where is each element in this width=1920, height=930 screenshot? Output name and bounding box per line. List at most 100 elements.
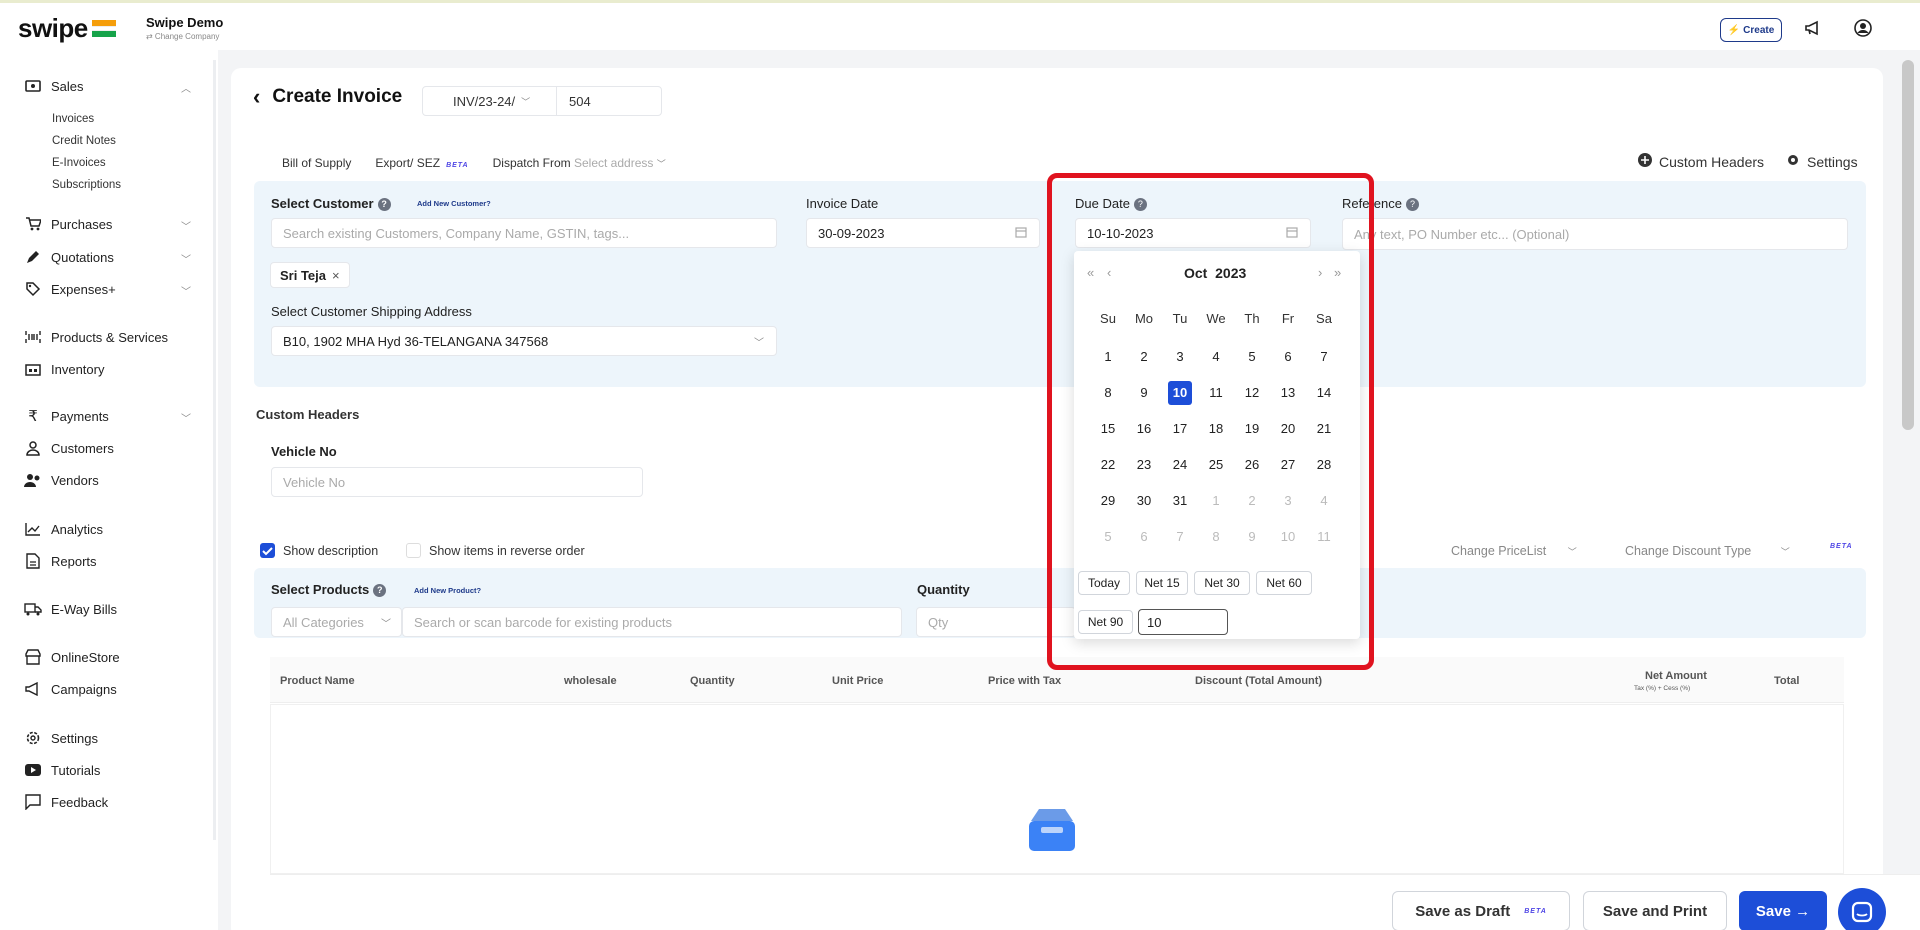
sidebar-label-campaigns: Campaigns xyxy=(51,681,117,697)
megaphone-icon[interactable] xyxy=(1802,17,1824,39)
chat-support-button[interactable] xyxy=(1838,888,1886,930)
change-discount-label: Change Discount Type xyxy=(1625,544,1752,558)
sidebar-label-settings: Settings xyxy=(51,730,98,746)
sidebar-item-analytics[interactable]: Analytics xyxy=(24,518,103,540)
add-new-product-link[interactable]: Add New Product? xyxy=(414,586,481,595)
tag-icon xyxy=(24,280,42,298)
sidebar-item-quotations[interactable]: Quotations xyxy=(24,246,114,268)
shipping-address-label: Select Customer Shipping Address xyxy=(271,304,472,319)
reverse-order-checkbox[interactable] xyxy=(406,543,421,558)
sidebar-subitem-credit-notes[interactable]: Credit Notes xyxy=(52,135,116,147)
cart-icon xyxy=(24,215,42,233)
sidebar-item-payments[interactable]: ₹ Payments xyxy=(24,405,109,427)
swipe-logo[interactable]: swipe xyxy=(18,13,88,44)
close-icon[interactable]: × xyxy=(332,268,340,283)
youtube-icon xyxy=(24,761,42,779)
shipping-address-value: B10, 1902 MHA Hyd 36-TELANGANA 347568 xyxy=(283,333,549,349)
back-arrow-icon[interactable]: ‹ xyxy=(253,84,260,110)
page-scrollbar[interactable] xyxy=(1902,60,1914,430)
chevron-down-icon[interactable]: ﹀ xyxy=(181,251,191,266)
help-icon[interactable]: ? xyxy=(373,584,387,598)
sidebar-item-sales[interactable]: Sales xyxy=(24,75,84,97)
sidebar-subitem-invoices[interactable]: Invoices xyxy=(52,113,94,125)
invoice-options-row: Bill of Supply Export/ SEZ BETA Dispatch … xyxy=(282,156,666,170)
truck-icon xyxy=(24,600,42,618)
beta-badge: BETA xyxy=(446,162,469,169)
chevron-up-icon[interactable]: ︿ xyxy=(181,80,191,95)
save-and-print-button[interactable]: Save and Print xyxy=(1583,891,1727,930)
sidebar-subitem-subscriptions[interactable]: Subscriptions xyxy=(52,179,121,191)
sidebar-item-products[interactable]: Products & Services xyxy=(24,326,168,348)
help-icon[interactable]: ? xyxy=(1405,198,1419,212)
page-title: Create Invoice xyxy=(272,86,403,107)
sidebar-label-expenses: Expenses+ xyxy=(51,281,116,297)
invoice-date-input[interactable]: 30-09-2023 xyxy=(806,218,1040,248)
export-sez-toggle[interactable]: Export/ SEZ BETA xyxy=(375,156,468,170)
custom-headers-link[interactable]: Custom Headers xyxy=(1638,153,1764,170)
customer-search-input[interactable]: Search existing Customers, Company Name,… xyxy=(271,218,777,248)
sidebar-item-onlinestore[interactable]: OnlineStore xyxy=(24,646,120,668)
quantity-placeholder: Qty xyxy=(928,614,949,630)
settings-link[interactable]: Settings xyxy=(1786,153,1858,170)
invoice-date-value: 30-09-2023 xyxy=(818,225,885,241)
invoice-series-field[interactable]: INV/23-24/ ﹀ 504 xyxy=(422,86,662,116)
vehicle-no-input[interactable]: Vehicle No xyxy=(271,467,643,497)
megaphone-icon xyxy=(24,680,42,698)
sidebar-label-payments: Payments xyxy=(51,408,109,424)
gear-icon xyxy=(1786,153,1800,170)
reference-input[interactable]: Any text, PO Number etc... (Optional) xyxy=(1342,218,1848,250)
change-discount-select[interactable]: Change Discount Type ﹀ xyxy=(1625,544,1790,558)
invoice-number-input[interactable]: 504 xyxy=(557,94,591,109)
calendar-icon xyxy=(1015,226,1027,241)
sidebar-item-inventory[interactable]: Inventory xyxy=(24,358,104,380)
chevron-down-icon: ﹀ xyxy=(521,96,531,107)
change-pricelist-select[interactable]: Change PriceList ﹀ xyxy=(1451,544,1577,558)
sidebar-label-quotations: Quotations xyxy=(51,249,114,265)
sidebar-item-customers[interactable]: Customers xyxy=(24,437,114,459)
chevron-down-icon[interactable]: ﹀ xyxy=(181,410,191,425)
page-header: ‹ Create Invoice xyxy=(253,84,402,110)
add-new-customer-link[interactable]: Add New Customer? xyxy=(417,199,491,208)
check-icon xyxy=(262,547,273,556)
show-description-checkbox[interactable] xyxy=(260,543,275,558)
dispatch-address-select[interactable]: Select address xyxy=(574,156,653,170)
reference-placeholder: Any text, PO Number etc... (Optional) xyxy=(1354,226,1570,242)
sidebar-item-expenses[interactable]: Expenses+ xyxy=(24,278,116,300)
report-icon xyxy=(24,552,42,570)
sidebar-subitem-e-invoices[interactable]: E-Invoices xyxy=(52,157,106,169)
product-search-input[interactable]: Search or scan barcode for existing prod… xyxy=(402,607,902,637)
shipping-address-select[interactable]: B10, 1902 MHA Hyd 36-TELANGANA 347568 ﹀ xyxy=(271,326,777,356)
invoice-date-label: Invoice Date xyxy=(806,196,879,211)
help-icon[interactable]: ? xyxy=(377,198,391,212)
dispatch-from[interactable]: Dispatch From Select address ﹀ xyxy=(493,156,666,170)
bill-of-supply-toggle[interactable]: Bill of Supply xyxy=(282,156,351,170)
pen-icon xyxy=(24,248,42,266)
sidebar-item-feedback[interactable]: Feedback xyxy=(24,791,108,813)
store-icon xyxy=(24,648,42,666)
sidebar-item-eway-bills[interactable]: E-Way Bills xyxy=(24,598,117,620)
sidebar-item-campaigns[interactable]: Campaigns xyxy=(24,678,117,700)
select-customer-text: Select Customer xyxy=(271,196,374,211)
chevron-down-icon[interactable]: ﹀ xyxy=(181,218,191,233)
column-price-with-tax: Price with Tax xyxy=(988,675,1062,687)
sidebar-item-reports[interactable]: Reports xyxy=(24,550,97,572)
chevron-down-icon: ﹀ xyxy=(381,618,391,630)
sidebar-label-sales: Sales xyxy=(51,78,84,94)
beta-badge: BETA xyxy=(1524,907,1547,915)
sidebar-item-settings[interactable]: Settings xyxy=(24,727,98,749)
bolt-icon: ⚡ xyxy=(1727,24,1741,36)
sidebar-item-tutorials[interactable]: Tutorials xyxy=(24,759,100,781)
custom-headers-title: Custom Headers xyxy=(256,407,360,422)
save-button[interactable]: Save → xyxy=(1739,891,1827,930)
create-button[interactable]: ⚡ Create xyxy=(1720,18,1782,42)
user-profile-icon[interactable] xyxy=(1852,17,1874,39)
change-company-link[interactable]: ⇄ Change Company xyxy=(146,32,219,41)
save-as-draft-button[interactable]: Save as Draft BETA xyxy=(1392,891,1570,930)
category-select[interactable]: All Categories ﹀ xyxy=(271,607,402,637)
sidebar-label-eway-bills: E-Way Bills xyxy=(51,601,117,617)
sidebar-item-purchases[interactable]: Purchases xyxy=(24,213,112,235)
chevron-down-icon[interactable]: ﹀ xyxy=(181,283,191,298)
column-product-name: Product Name xyxy=(280,675,355,687)
sidebar-item-vendors[interactable]: Vendors xyxy=(24,469,99,491)
series-prefix-select[interactable]: INV/23-24/ ﹀ xyxy=(423,87,557,115)
